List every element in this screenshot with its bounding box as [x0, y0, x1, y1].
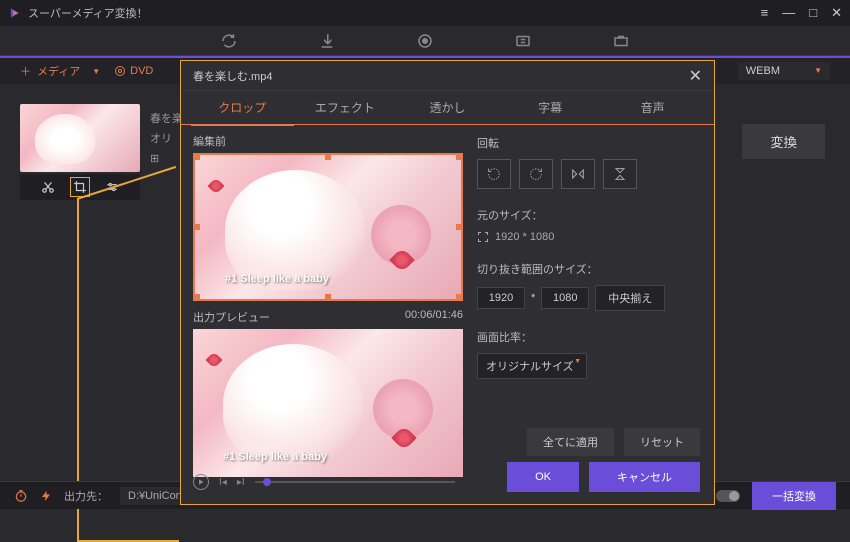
- top-nav-icons: [0, 26, 850, 56]
- video-overlay-text: #1 Sleep like a baby: [223, 451, 327, 463]
- close-button[interactable]: ✕: [831, 5, 842, 21]
- modal-tabs: クロップ エフェクト 透かし 字幕 音声: [181, 91, 714, 125]
- menu-icon[interactable]: ≡: [761, 5, 769, 21]
- tab-watermark[interactable]: 透かし: [396, 91, 499, 124]
- seek-bar[interactable]: [255, 481, 455, 483]
- titlebar: スーパーメディア変換！ ≡ — □ ✕: [0, 0, 850, 26]
- clip-info: 春を楽 オリ ⊞: [150, 109, 183, 169]
- batch-convert-button[interactable]: 一括変換: [752, 482, 836, 510]
- modal-close-button[interactable]: ✕: [689, 66, 702, 86]
- minimize-button[interactable]: —: [782, 5, 795, 21]
- transfer-icon[interactable]: [514, 32, 532, 50]
- main-area: 春を楽 オリ ⊞ 変換 春を楽しむ.mp4 ✕ クロップ エフェクト 透かし 字…: [0, 84, 850, 481]
- refresh-icon[interactable]: [220, 32, 238, 50]
- crop-width-input[interactable]: [477, 287, 525, 309]
- rotate-cw-button[interactable]: [519, 159, 553, 189]
- tab-subtitle[interactable]: 字幕: [499, 91, 602, 124]
- apply-all-button[interactable]: 全てに適用: [527, 428, 614, 456]
- merge-toggle[interactable]: [716, 490, 740, 502]
- next-frame-button[interactable]: ▸I: [237, 477, 245, 488]
- crop-icon[interactable]: [73, 180, 87, 194]
- add-media-button[interactable]: ＋メディア▼: [20, 63, 100, 79]
- aspect-label: 画面比率：: [477, 329, 702, 345]
- orig-dimensions: 1920 * 1080: [495, 231, 554, 243]
- orig-size-label: 元のサイズ：: [477, 207, 702, 223]
- crop-height-input[interactable]: [541, 287, 589, 309]
- clip-card[interactable]: [20, 104, 140, 200]
- tab-crop[interactable]: クロップ: [191, 91, 294, 126]
- aspect-select[interactable]: オリジナルサイズ: [477, 353, 587, 379]
- tab-effect[interactable]: エフェクト: [294, 91, 397, 124]
- flip-vertical-button[interactable]: [603, 159, 637, 189]
- toolbox-icon[interactable]: [612, 32, 630, 50]
- convert-button[interactable]: 変換: [742, 124, 825, 159]
- flash-icon[interactable]: [40, 489, 52, 503]
- expand-icon: [477, 231, 489, 243]
- record-icon[interactable]: [416, 32, 434, 50]
- output-preview-label: 出力プレビュー 00:06/01:46: [193, 309, 463, 325]
- crop-modal: 春を楽しむ.mp4 ✕ クロップ エフェクト 透かし 字幕 音声 編集前 #1 …: [180, 60, 715, 505]
- video-overlay-text: #1 Sleep like a baby: [225, 273, 329, 285]
- cancel-button[interactable]: キャンセル: [589, 462, 700, 492]
- clip-tools: [20, 174, 140, 200]
- reset-button[interactable]: リセット: [624, 428, 700, 456]
- center-button[interactable]: 中央揃え: [595, 285, 665, 311]
- tab-audio[interactable]: 音声: [601, 91, 704, 124]
- rotate-label: 回転: [477, 135, 702, 151]
- output-label: 出力先：: [64, 488, 108, 504]
- timer-icon[interactable]: [14, 489, 28, 503]
- clip-thumbnail: [20, 104, 140, 172]
- dvd-button[interactable]: DVD: [114, 65, 153, 77]
- app-logo-icon: [8, 6, 22, 20]
- before-edit-label: 編集前: [193, 133, 463, 149]
- play-button[interactable]: [193, 474, 209, 490]
- download-icon[interactable]: [318, 32, 336, 50]
- cut-icon[interactable]: [41, 180, 55, 194]
- rotate-ccw-button[interactable]: [477, 159, 511, 189]
- flip-horizontal-button[interactable]: [561, 159, 595, 189]
- maximize-button[interactable]: □: [809, 5, 817, 21]
- app-title: スーパーメディア変換！: [28, 5, 148, 21]
- prev-frame-button[interactable]: I◂: [219, 477, 227, 488]
- settings-icon[interactable]: [105, 180, 119, 194]
- time-display: 00:06/01:46: [405, 309, 463, 325]
- ok-button[interactable]: OK: [507, 462, 579, 492]
- output-preview: #1 Sleep like a baby: [193, 329, 463, 477]
- crop-size-label: 切り抜き範囲のサイズ：: [477, 261, 702, 277]
- output-format-select[interactable]: WEBM: [738, 62, 830, 80]
- playback-bar: I◂ ▸I: [193, 474, 455, 490]
- source-preview[interactable]: #1 Sleep like a baby: [193, 153, 463, 301]
- modal-filename: 春を楽しむ.mp4: [193, 68, 272, 84]
